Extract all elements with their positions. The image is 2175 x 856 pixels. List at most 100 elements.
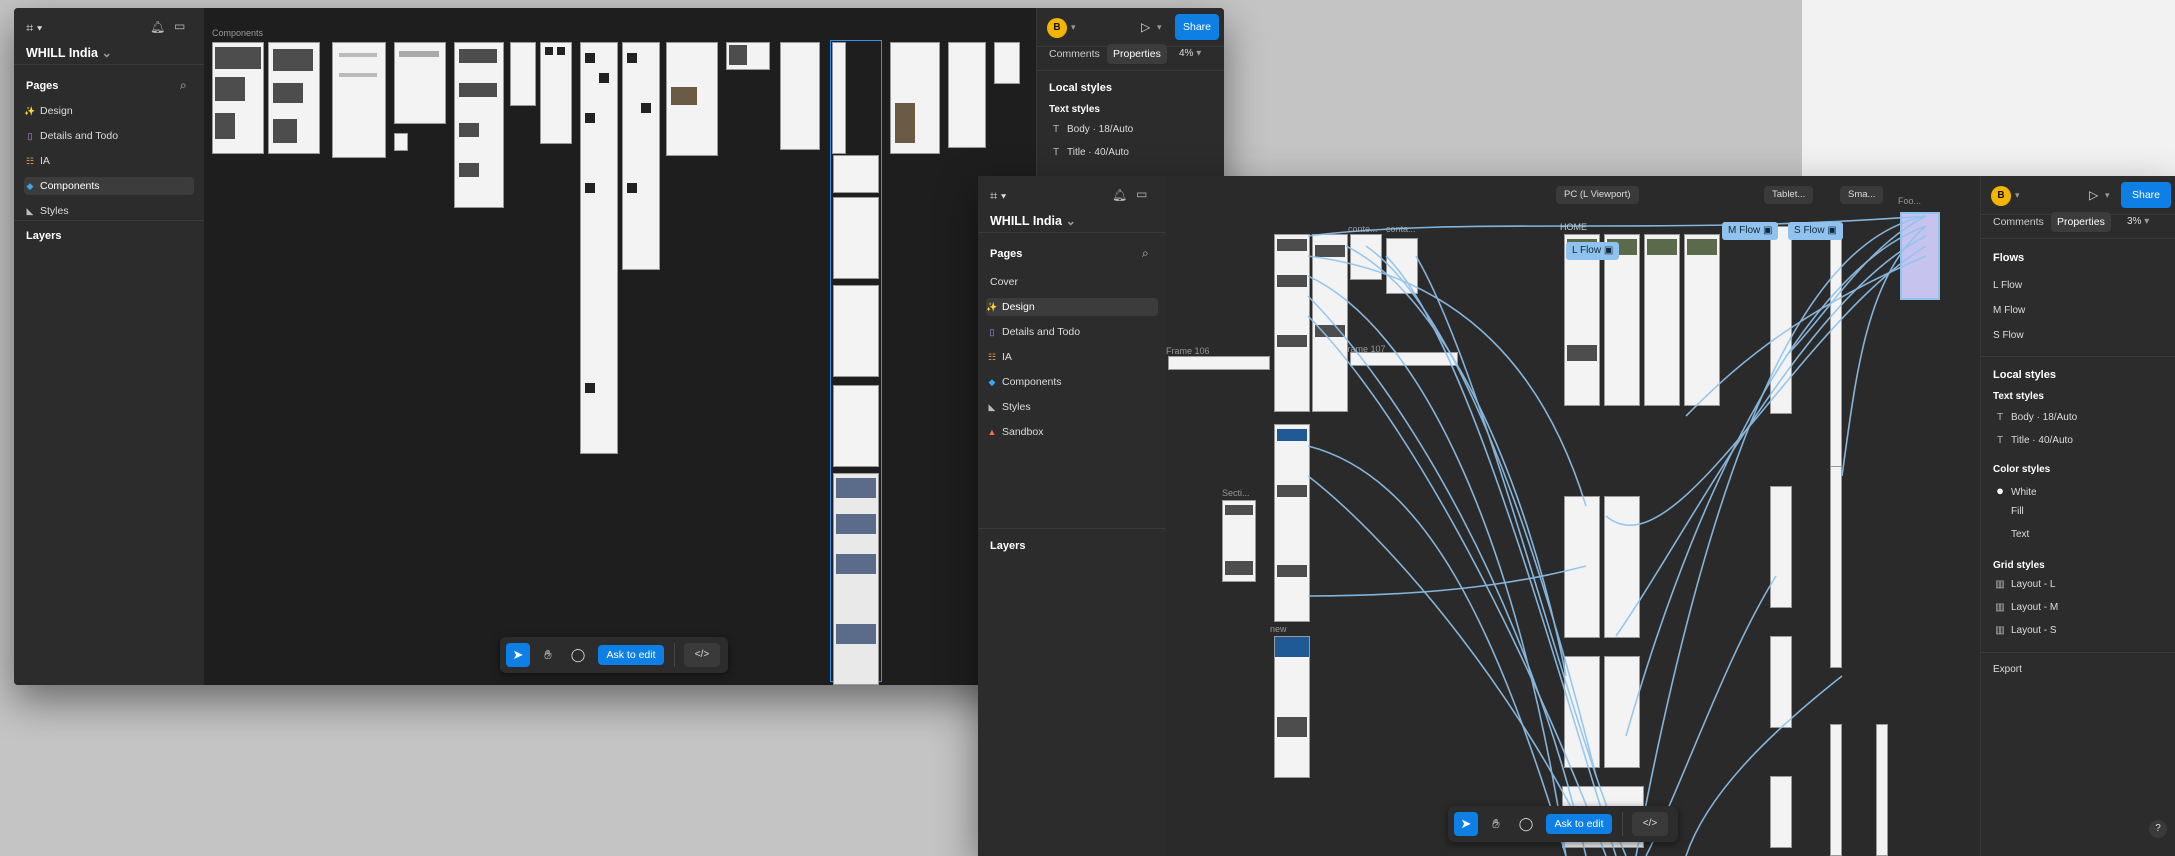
tab-comments[interactable]: Comments — [1043, 44, 1106, 64]
project-name[interactable]: WHILL India ⌄ — [26, 45, 112, 60]
flow-start-label[interactable]: S Flow ▣ — [1788, 222, 1843, 240]
frame-thumbnail[interactable] — [580, 42, 618, 454]
sidebar-toggle-icon[interactable]: ▭ — [1136, 187, 1147, 201]
tab-properties[interactable]: Properties — [1107, 44, 1167, 64]
avatar[interactable]: B — [1047, 18, 1067, 38]
frame-thumbnail[interactable] — [394, 42, 446, 124]
tab-properties[interactable]: Properties — [2051, 212, 2111, 232]
zoom-level[interactable]: 3% ▾ — [2127, 216, 2149, 227]
zoom-level[interactable]: 4% ▾ — [1179, 48, 1201, 59]
bell-icon[interactable]: 🔔︎ — [1112, 188, 1127, 202]
frame-thumbnail[interactable] — [394, 133, 408, 151]
text-style-title[interactable]: T Title · 40/Auto — [1049, 147, 1129, 158]
chevron-down-icon[interactable]: ▾ — [1071, 22, 1076, 33]
frame-thumbnail[interactable] — [780, 42, 820, 150]
search-icon[interactable]: ⌕ — [1142, 246, 1149, 261]
dev-mode-icon[interactable]: </> — [684, 643, 720, 667]
tab-comments[interactable]: Comments — [1987, 212, 2050, 232]
play-icon[interactable]: ▷ — [2089, 188, 2098, 202]
dev-mode-icon[interactable]: </> — [1632, 812, 1668, 836]
frame-thumbnail[interactable] — [332, 42, 386, 158]
page-item-components[interactable]: ◆ Components — [986, 373, 1158, 391]
frame-thumbnail[interactable] — [726, 42, 770, 70]
frame-thumbnail[interactable] — [666, 42, 718, 156]
canvas[interactable]: PC (L Viewport) Tablet... Sma... HOME co… — [1166, 176, 1980, 856]
text-style-icon: T — [1052, 147, 1060, 158]
text-style-icon: T — [1052, 124, 1060, 135]
share-button[interactable]: Share — [2121, 182, 2171, 208]
text-style-body[interactable]: T Body · 18/Auto — [1993, 412, 2077, 423]
play-icon[interactable]: ▷ — [1141, 20, 1150, 34]
sandbox-icon: ▲ — [987, 427, 997, 437]
text-style-title[interactable]: T Title · 40/Auto — [1993, 435, 2073, 446]
grid-style-l[interactable]: ▥ Layout - L — [1993, 579, 2055, 590]
left-sidebar: ⌗ ▾ 🔔︎ ▭ WHILL India ⌄ Pages ⌕ ✨ Design ▯… — [14, 8, 205, 685]
hand-tool-icon[interactable]: ✋︎ — [1484, 812, 1508, 836]
chevron-down-icon[interactable]: ▾ — [2105, 190, 2110, 201]
frame-thumbnail[interactable] — [994, 42, 1020, 84]
color-swatch-icon: ● — [1996, 506, 2004, 517]
project-name[interactable]: WHILL India ⌄ — [990, 213, 1076, 228]
chevron-down-icon[interactable]: ▾ — [2015, 190, 2020, 201]
hand-tool-icon[interactable]: ✋︎ — [536, 643, 560, 667]
flow-item[interactable]: S Flow — [1993, 330, 2024, 341]
prototype-connections — [1307, 215, 1927, 856]
flow-item[interactable]: L Flow — [1993, 280, 2022, 291]
help-icon[interactable]: ? — [2149, 820, 2167, 838]
grid-icon: ▥ — [1995, 602, 2005, 613]
sidebar-toggle-icon[interactable]: ▭ — [174, 19, 185, 33]
export-heading[interactable]: Export — [1993, 664, 2022, 675]
pages-heading: Pages — [990, 248, 1023, 260]
flow-start-label[interactable]: M Flow ▣ — [1722, 222, 1779, 240]
search-icon[interactable]: ⌕ — [180, 78, 187, 93]
figma-menu-icon[interactable]: ⌗ ▾ — [990, 188, 1006, 204]
page-item-styles[interactable]: ◣ Styles — [24, 202, 194, 220]
color-style-text[interactable]: ● Text — [1993, 529, 2029, 540]
frame-thumbnail[interactable] — [948, 42, 986, 148]
frame-thumbnail[interactable] — [212, 42, 264, 154]
play-icon: ▣ — [1827, 225, 1837, 236]
share-button[interactable]: Share — [1175, 14, 1219, 40]
page-item-components[interactable]: ◆ Components — [24, 177, 194, 195]
page-item-styles[interactable]: ◣ Styles — [986, 398, 1158, 416]
grid-styles-heading: Grid styles — [1993, 560, 2045, 571]
text-style-body[interactable]: T Body · 18/Auto — [1049, 124, 1133, 135]
chevron-down-icon[interactable]: ▾ — [1157, 22, 1162, 33]
page-item-details[interactable]: ▯ Details and Todo — [986, 323, 1158, 341]
color-style-fill[interactable]: ● Fill — [1993, 506, 2024, 517]
page-item-design[interactable]: ✨ Design — [986, 298, 1158, 316]
avatar[interactable]: B — [1991, 186, 2011, 206]
ask-to-edit-button[interactable]: Ask to edit — [598, 645, 664, 665]
flow-item[interactable]: M Flow — [1993, 305, 2025, 316]
page-item-details[interactable]: ▯ Details and Todo — [24, 127, 194, 145]
frame-thumbnail[interactable] — [510, 42, 536, 106]
text-style-icon: T — [1996, 412, 2004, 423]
frame-thumbnail[interactable] — [268, 42, 320, 154]
bell-icon[interactable]: 🔔︎ — [150, 20, 165, 34]
flow-start-label[interactable]: L Flow ▣ — [1566, 242, 1620, 260]
play-icon: ▣ — [1763, 225, 1773, 236]
grid-style-s[interactable]: ▥ Layout - S — [1993, 625, 2056, 636]
frame-thumbnail[interactable] — [454, 42, 504, 208]
ask-to-edit-button[interactable]: Ask to edit — [1546, 814, 1612, 834]
page-item-cover[interactable]: Cover — [986, 273, 1162, 291]
pages-heading: Pages — [26, 80, 59, 92]
comment-tool-icon[interactable]: ◯ — [566, 643, 590, 667]
figma-menu-icon[interactable]: ⌗ ▾ — [26, 20, 42, 36]
frame-thumbnail[interactable] — [890, 42, 940, 154]
move-tool-icon[interactable]: ➤ — [506, 643, 530, 667]
page-item-sandbox[interactable]: ▲ Sandbox — [986, 423, 1158, 441]
comment-tool-icon[interactable]: ◯ — [1514, 812, 1538, 836]
frame-thumbnail[interactable] — [622, 42, 660, 270]
bottom-toolbar: ➤ ✋︎ ◯ Ask to edit </> — [500, 637, 728, 673]
selected-frame-group[interactable] — [830, 40, 882, 685]
grid-style-m[interactable]: ▥ Layout - M — [1993, 602, 2058, 613]
page-item-ia[interactable]: ☷ IA — [24, 152, 194, 170]
frame-thumbnail[interactable] — [540, 42, 572, 144]
canvas[interactable]: Components ➤ ✋︎ ◯ Ask to edit </> — [204, 8, 1036, 685]
page-item-ia[interactable]: ☷ IA — [986, 348, 1158, 366]
page-icon: ▯ — [989, 327, 995, 337]
move-tool-icon[interactable]: ➤ — [1454, 812, 1478, 836]
page-item-design[interactable]: ✨ Design — [24, 102, 194, 120]
color-style-white[interactable]: ● White — [1993, 483, 2037, 498]
